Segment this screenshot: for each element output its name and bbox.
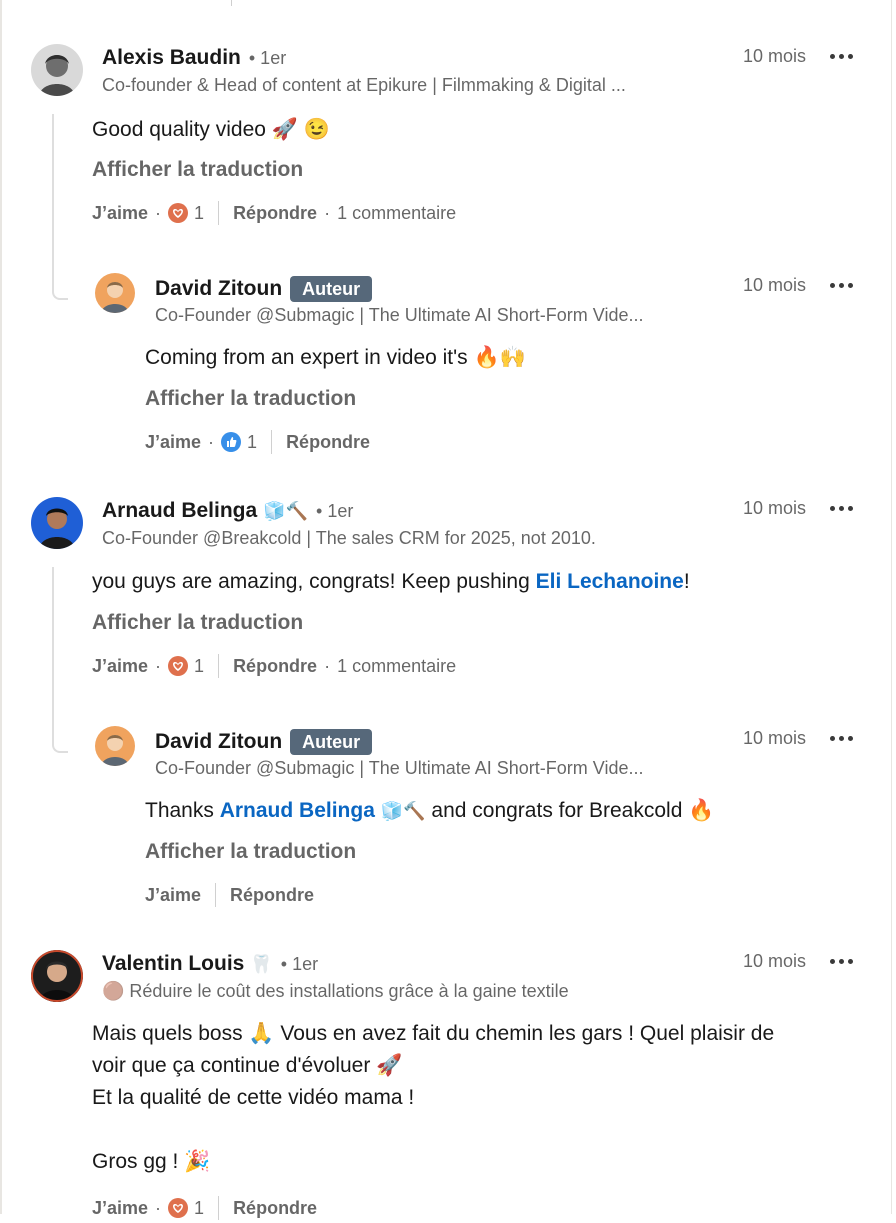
avatar-alexis-baudin[interactable] xyxy=(31,44,83,96)
author-headline: 🟤 Réduire le coût des installations grâc… xyxy=(102,981,569,1001)
feed-right-border xyxy=(891,0,892,1214)
heart-reaction-icon[interactable] xyxy=(168,1198,189,1218)
previous-actions-separator xyxy=(231,0,232,6)
comment-text-line: voir que ça continue d'évoluer 🚀 xyxy=(92,1054,403,1077)
heart-reaction-icon[interactable] xyxy=(168,203,189,223)
more-options-icon[interactable] xyxy=(826,46,856,66)
translate-link[interactable]: Afficher la traduction xyxy=(92,611,303,635)
reply-text-part: and congrats for Breakcold 🔥 xyxy=(425,799,715,822)
reply-button[interactable]: Répondre xyxy=(230,885,314,906)
action-divider xyxy=(218,654,220,678)
separator-dot: · xyxy=(155,202,162,223)
author-headline: Co-Founder @Submagic | The Ultimate AI S… xyxy=(155,758,644,778)
comment-text-part: ! xyxy=(683,570,690,593)
comment-text: Good quality video 🚀 😉 xyxy=(92,118,330,141)
like-button[interactable]: J’aime xyxy=(145,432,201,453)
author-headline: Co-Founder @Submagic | The Ultimate AI S… xyxy=(155,305,644,325)
more-options-icon[interactable] xyxy=(826,728,856,748)
avatar-valentin-louis[interactable] xyxy=(31,950,83,1002)
separator-dot: · xyxy=(324,202,331,223)
more-options-icon[interactable] xyxy=(826,498,856,518)
comment-header: Valentin Louis 🦷 • 1er xyxy=(102,952,318,976)
reaction-count[interactable]: 1 xyxy=(194,656,204,677)
author-name[interactable]: Valentin Louis xyxy=(102,952,244,976)
author-name[interactable]: David Zitoun xyxy=(155,730,282,754)
comment-actions: J’aime · 1 Répondre xyxy=(92,1196,317,1220)
comment-text-part: you guys are amazing, congrats! Keep pus… xyxy=(92,570,536,593)
connection-degree: • 1er xyxy=(248,47,287,68)
author-name[interactable]: Alexis Baudin xyxy=(102,46,241,70)
mention-link[interactable]: Arnaud Belinga xyxy=(220,799,375,822)
author-name[interactable]: David Zitoun xyxy=(155,277,282,301)
translate-link[interactable]: Afficher la traduction xyxy=(145,387,356,411)
comment-timestamp: 10 mois xyxy=(742,46,806,66)
reply-timestamp: 10 mois xyxy=(742,728,806,748)
like-button[interactable]: J’aime xyxy=(145,885,201,906)
like-button[interactable]: J’aime xyxy=(92,1198,148,1219)
feed-left-border xyxy=(0,0,2,1214)
avatar-david-zitoun[interactable] xyxy=(95,726,135,766)
comment-timestamp: 10 mois xyxy=(742,498,806,518)
reply-button[interactable]: Répondre xyxy=(233,656,317,677)
separator-dot: · xyxy=(155,1197,162,1218)
reply-text: Coming from an expert in video it's 🔥🙌 xyxy=(145,346,526,369)
connection-degree: • 1er xyxy=(280,953,319,974)
comment-timestamp: 10 mois xyxy=(742,951,806,971)
connection-degree: • 1er xyxy=(316,500,354,521)
reply-button[interactable]: Répondre xyxy=(233,1198,317,1219)
comment-text: you guys are amazing, congrats! Keep pus… xyxy=(92,566,690,598)
reply-button[interactable]: Répondre xyxy=(286,432,370,453)
avatar-david-zitoun[interactable] xyxy=(95,273,135,313)
more-options-icon[interactable] xyxy=(826,951,856,971)
action-divider xyxy=(215,883,217,907)
mention-link[interactable]: Eli Lechanoine xyxy=(536,570,684,593)
reply-header: David Zitoun Auteur xyxy=(155,729,373,755)
separator-dot: · xyxy=(208,431,215,452)
thread-connector xyxy=(52,567,68,753)
reaction-count[interactable]: 1 xyxy=(194,203,204,224)
comment-text-line: Mais quels boss 🙏 Vous en avez fait du c… xyxy=(92,1022,775,1045)
thumbs-up-reaction-icon[interactable] xyxy=(221,432,242,452)
translate-link[interactable]: Afficher la traduction xyxy=(145,840,356,864)
author-headline: Co-founder & Head of content at Epikure … xyxy=(102,75,626,95)
author-emoji: 🦷 xyxy=(250,953,273,974)
like-button[interactable]: J’aime xyxy=(92,656,148,677)
comment-text-line: Gros gg ! 🎉 xyxy=(92,1150,211,1173)
author-headline: Co-Founder @Breakcold | The sales CRM fo… xyxy=(102,528,596,548)
comment-header: Arnaud Belinga 🧊🔨 • 1er xyxy=(102,499,353,523)
action-divider xyxy=(271,430,273,454)
comment-text-line: Et la qualité de cette vidéo mama ! xyxy=(92,1086,415,1109)
reply-timestamp: 10 mois xyxy=(742,275,806,295)
action-divider xyxy=(218,201,220,225)
translate-link[interactable]: Afficher la traduction xyxy=(92,158,303,182)
like-button[interactable]: J’aime xyxy=(92,203,148,224)
reply-count[interactable]: 1 commentaire xyxy=(337,656,456,677)
reply-count[interactable]: 1 commentaire xyxy=(337,203,456,224)
reply-text: Thanks Arnaud Belinga 🧊🔨 and congrats fo… xyxy=(145,795,714,827)
author-name[interactable]: Arnaud Belinga xyxy=(102,499,257,523)
author-badge: Auteur xyxy=(290,276,373,302)
reaction-count[interactable]: 1 xyxy=(194,1198,204,1219)
comment-header: Alexis Baudin • 1er xyxy=(102,46,286,70)
comment-actions: J’aime · 1 Répondre · 1 commentaire xyxy=(92,201,456,225)
author-emoji: 🧊🔨 xyxy=(263,500,309,521)
avatar-arnaud-belinga[interactable] xyxy=(31,497,83,549)
reply-text-part: Thanks xyxy=(145,799,220,822)
reply-header: David Zitoun Auteur xyxy=(155,276,373,302)
more-options-icon[interactable] xyxy=(826,275,856,295)
separator-dot: · xyxy=(324,655,331,676)
thread-connector xyxy=(52,114,68,300)
mention-emoji: 🧊🔨 xyxy=(380,801,426,821)
reply-actions: J’aime · 1 Répondre xyxy=(145,430,370,454)
comment-actions: J’aime · 1 Répondre · 1 commentaire xyxy=(92,654,456,678)
action-divider xyxy=(218,1196,220,1220)
reply-actions: J’aime Répondre xyxy=(145,883,314,907)
heart-reaction-icon[interactable] xyxy=(168,656,189,676)
separator-dot: · xyxy=(155,655,162,676)
reaction-count[interactable]: 1 xyxy=(247,432,257,453)
reply-button[interactable]: Répondre xyxy=(233,203,317,224)
author-badge: Auteur xyxy=(290,729,373,755)
